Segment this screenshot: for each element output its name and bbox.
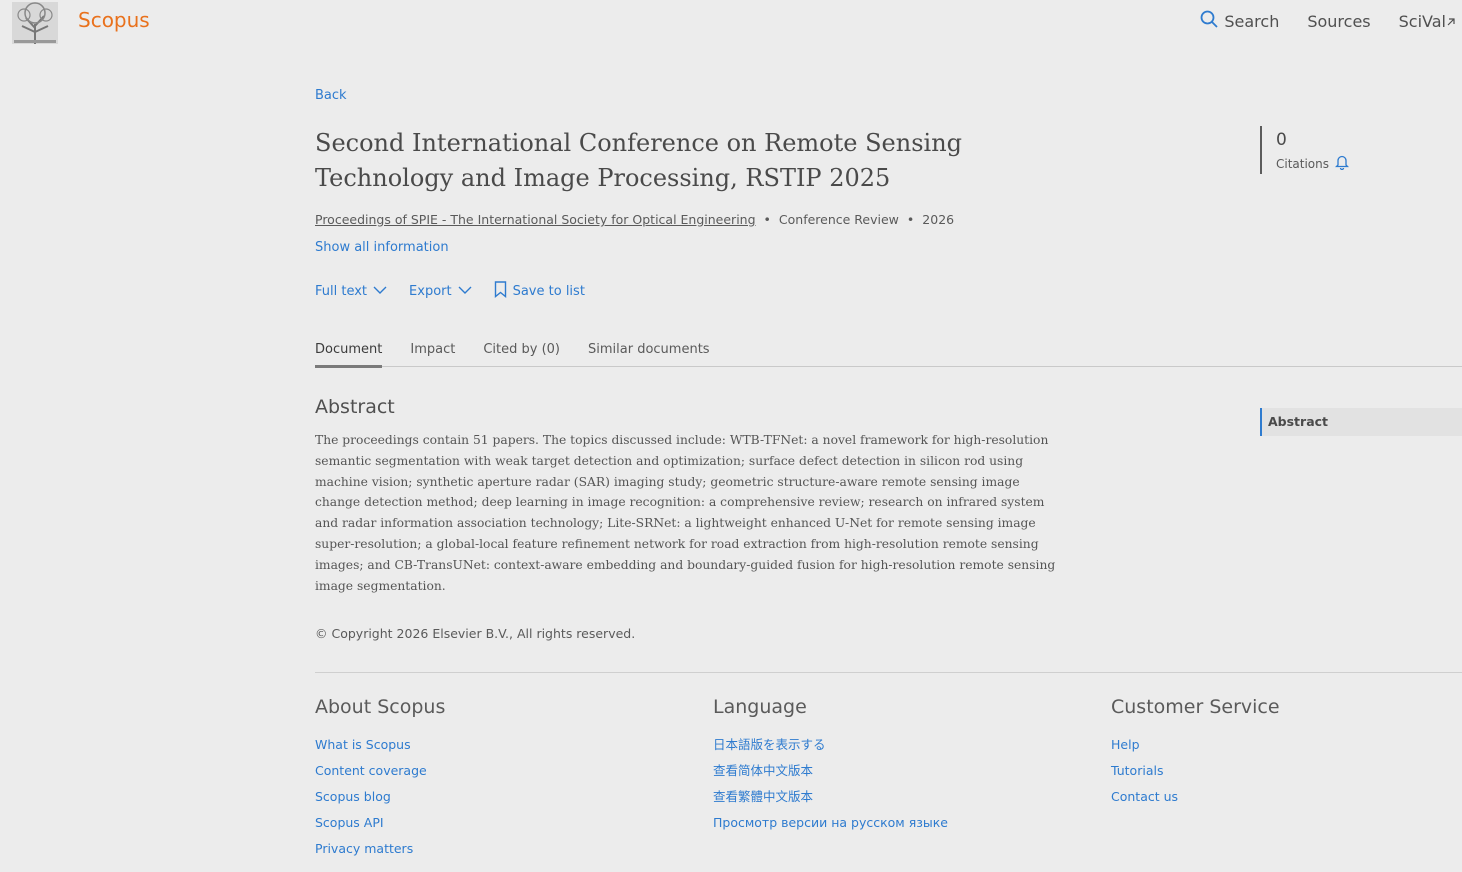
footer-link-russian[interactable]: Просмотр версии на русском языке (713, 814, 948, 840)
footer-about-heading: About Scopus (315, 696, 446, 718)
footer-link-tutorials[interactable]: Tutorials (1111, 762, 1280, 788)
nav-sources-link[interactable]: Sources (1307, 12, 1370, 31)
save-to-list-label: Save to list (512, 284, 585, 299)
bell-icon[interactable] (1329, 154, 1350, 173)
abstract-heading: Abstract (315, 396, 395, 418)
chevron-down-icon (367, 284, 387, 299)
footer-customer-service: Customer Service Help Tutorials Contact … (1111, 696, 1280, 814)
source-title-link[interactable]: Proceedings of SPIE - The International … (315, 212, 756, 227)
citations-label-row: Citations (1276, 154, 1350, 173)
footer-language-heading: Language (713, 696, 807, 718)
footer-language: Language 日本語版を表示する 查看简体中文版本 查看繁體中文版本 Про… (713, 696, 948, 840)
full-text-label: Full text (315, 284, 368, 299)
full-text-dropdown[interactable]: Full text (315, 284, 387, 299)
top-nav: Search Sources SciVal (1172, 10, 1462, 32)
search-icon (1200, 10, 1224, 32)
copyright-icon: © (315, 626, 328, 641)
elsevier-logo-icon[interactable] (10, 0, 60, 46)
chevron-down-icon (452, 284, 472, 299)
citations-panel: 0 Citations (1260, 126, 1350, 174)
nav-scival-label: SciVal (1398, 11, 1446, 31)
save-to-list-button[interactable]: Save to list (494, 281, 585, 302)
footer-link-scopus-blog[interactable]: Scopus blog (315, 788, 445, 814)
document-actions: Full text Export Save to list (315, 281, 607, 302)
top-header: Scopus Search Sources SciVal (0, 0, 1462, 46)
footer-link-japanese[interactable]: 日本語版を表示する (713, 736, 948, 762)
publication-year: 2026 (922, 212, 955, 227)
footer-service-heading: Customer Service (1111, 696, 1280, 718)
sidenav-abstract[interactable]: Abstract (1260, 408, 1462, 436)
sidenav-abstract-label: Abstract (1268, 414, 1329, 429)
nav-scival-link[interactable]: SciVal (1399, 12, 1462, 31)
footer-link-scopus-api[interactable]: Scopus API (315, 814, 445, 840)
tab-similar-documents[interactable]: Similar documents (588, 342, 710, 365)
footer-divider (315, 672, 1462, 673)
footer-about: About Scopus What is Scopus Content cove… (315, 696, 445, 866)
citation-count: 0 (1276, 130, 1287, 150)
document-title: Second International Conference on Remot… (315, 129, 963, 192)
footer-link-help[interactable]: Help (1111, 736, 1280, 762)
tab-impact[interactable]: Impact (410, 342, 455, 365)
tab-document[interactable]: Document (315, 342, 383, 368)
footer-link-what-is-scopus[interactable]: What is Scopus (315, 736, 445, 762)
footer-link-traditional-chinese[interactable]: 查看繁體中文版本 (713, 788, 948, 814)
bookmark-icon (494, 281, 513, 302)
footer-link-simplified-chinese[interactable]: 查看简体中文版本 (713, 762, 948, 788)
copyright-text: Copyright 2026 Elsevier B.V., All rights… (331, 626, 636, 641)
tab-cited-by[interactable]: Cited by (0) (483, 342, 560, 365)
export-label: Export (409, 284, 452, 299)
document-type: Conference Review (778, 212, 899, 227)
citations-label: Citations (1276, 156, 1330, 171)
external-link-icon (1446, 12, 1462, 31)
show-all-information-link[interactable]: Show all information (315, 240, 449, 255)
meta-separator: • (763, 212, 771, 227)
abstract-text: The proceedings contain 51 papers. The t… (315, 433, 1056, 593)
meta-separator: • (906, 212, 915, 227)
document-tabs: Document Impact Cited by (0) Similar doc… (315, 342, 1462, 368)
nav-search-label: Search (1224, 11, 1280, 31)
scopus-brand-link[interactable]: Scopus (78, 8, 150, 32)
copyright-notice: © Copyright 2026 Elsevier B.V., All righ… (315, 626, 635, 641)
footer-link-privacy-matters[interactable]: Privacy matters (315, 840, 445, 866)
back-link[interactable]: Back (315, 88, 347, 103)
export-dropdown[interactable]: Export (409, 284, 472, 299)
document-meta: Proceedings of SPIE - The International … (315, 212, 954, 227)
footer-link-contact-us[interactable]: Contact us (1111, 788, 1280, 814)
nav-search-link[interactable]: Search (1200, 10, 1279, 32)
footer-link-content-coverage[interactable]: Content coverage (315, 762, 445, 788)
